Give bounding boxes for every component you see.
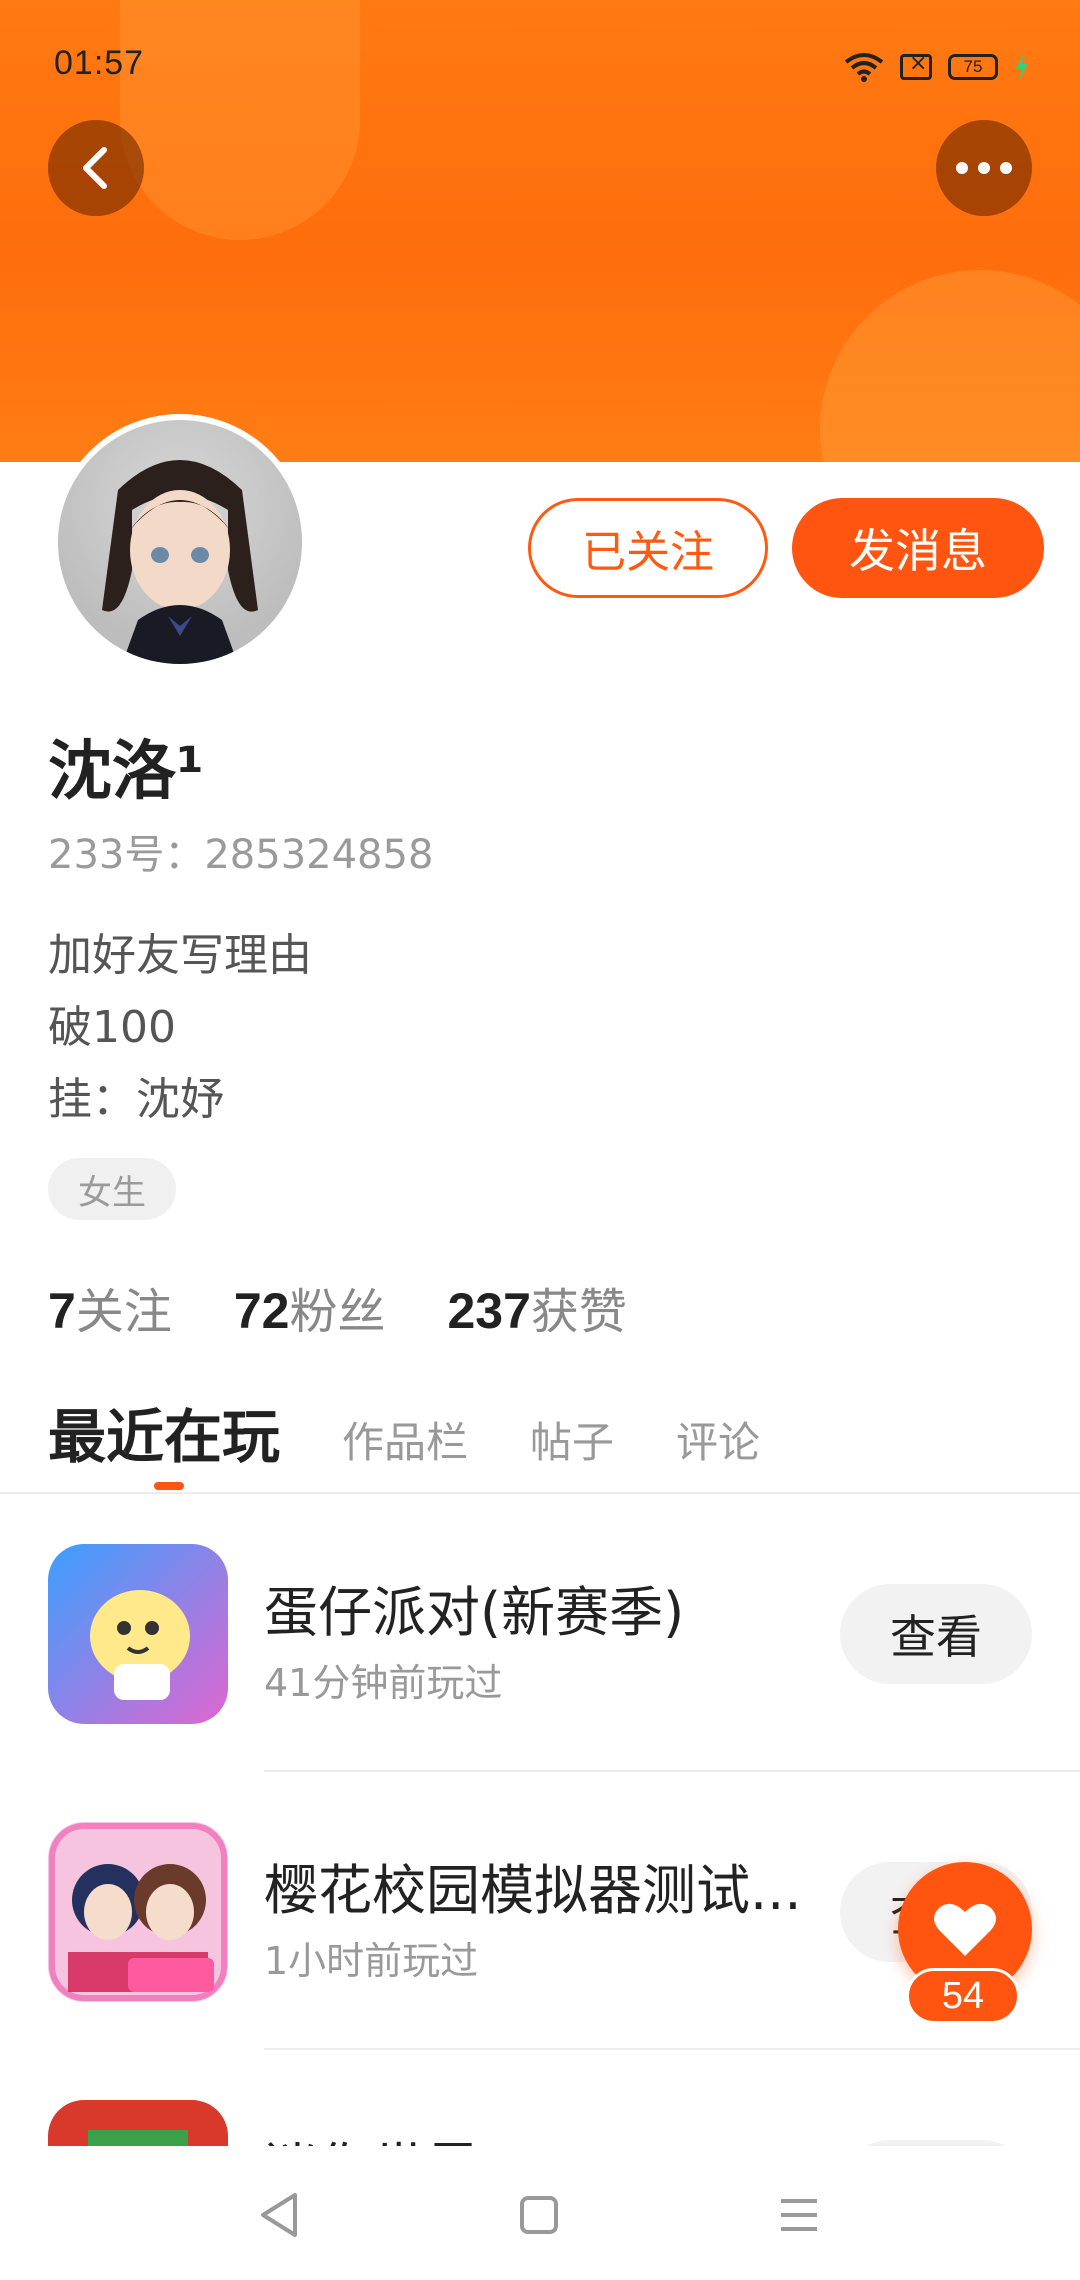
tab-indicator	[154, 1482, 184, 1490]
stat-followers[interactable]: 72粉丝	[234, 1272, 386, 1342]
status-bar: 01:57 75	[0, 0, 1080, 130]
game-title: 迷你世界	[264, 2124, 480, 2146]
profile-tabs: 最近在玩 作品栏 帖子 评论	[48, 1390, 760, 1474]
tab-posts[interactable]: 帖子	[530, 1409, 614, 1470]
nav-home-button[interactable]	[504, 2180, 574, 2250]
system-nav-bar	[0, 2146, 1080, 2280]
stat-likes[interactable]: 237获赞	[447, 1272, 626, 1342]
bio: 加好友写理由 破100 挂：沈妤	[48, 920, 312, 1136]
status-icons: 75	[844, 50, 1030, 84]
tab-works[interactable]: 作品栏	[342, 1409, 468, 1470]
stat-label: 关注	[75, 1284, 172, 1340]
stat-label: 粉丝	[289, 1284, 386, 1340]
stat-number: 72	[233, 1283, 290, 1339]
like-count: 54	[906, 1968, 1020, 2024]
no-sim-icon	[900, 51, 932, 80]
nav-menu-button[interactable]	[764, 2180, 834, 2250]
wifi-icon	[844, 53, 884, 82]
stat-number: 7	[48, 1283, 76, 1339]
chevron-left-icon	[83, 147, 107, 189]
list-item[interactable]: 迷你世界 查看	[0, 2050, 1080, 2146]
battery-icon: 75	[948, 54, 998, 80]
following-button[interactable]: 已关注	[528, 498, 768, 598]
stat-number: 237	[447, 1283, 531, 1339]
bio-line: 挂：沈妤	[48, 1074, 224, 1125]
more-button[interactable]	[936, 120, 1032, 216]
stats-row: 7关注 72粉丝 237获赞	[48, 1272, 627, 1342]
account-id[interactable]: 233号：285324858	[48, 822, 433, 880]
battery-level: 75	[963, 57, 983, 76]
bio-line: 破100	[48, 1002, 176, 1053]
gender-tag: 女生	[48, 1158, 176, 1220]
home-square-icon	[520, 2196, 558, 2234]
game-icon-mini-world	[48, 2100, 228, 2146]
avatar[interactable]	[52, 414, 308, 670]
nav-back-button[interactable]	[244, 2180, 314, 2250]
username: 沈洛¹	[48, 735, 205, 809]
status-time: 01:57	[54, 44, 145, 82]
game-icon-sakura-school	[48, 1822, 228, 2002]
game-title: 蛋仔派对(新赛季)	[264, 1581, 685, 1644]
game-last-played: 1小时前玩过	[264, 1939, 479, 1983]
avatar-image	[58, 420, 302, 664]
menu-lines-icon	[781, 2199, 817, 2231]
back-triangle-icon	[261, 2193, 297, 2237]
send-message-button[interactable]: 发消息	[792, 498, 1044, 598]
list-item[interactable]: 蛋仔派对(新赛季) 41分钟前玩过 查看	[0, 1494, 1080, 1772]
back-button[interactable]	[48, 120, 144, 216]
heart-icon	[934, 1903, 996, 1956]
game-last-played: 41分钟前玩过	[264, 1661, 503, 1705]
stat-following[interactable]: 7关注	[48, 1272, 172, 1342]
game-title: 樱花校园模拟器测试...	[264, 1859, 802, 1922]
stat-label: 获赞	[530, 1284, 627, 1340]
charging-icon	[1016, 53, 1028, 81]
tab-comments[interactable]: 评论	[676, 1409, 760, 1470]
view-button[interactable]: 查看	[840, 1584, 1032, 1684]
banner-decoration	[820, 270, 1080, 462]
game-icon-eggy-party	[48, 1544, 228, 1724]
bio-line: 加好友写理由	[48, 930, 312, 981]
tab-recently-played[interactable]: 最近在玩	[48, 1390, 280, 1474]
more-horizontal-icon	[956, 162, 1012, 174]
